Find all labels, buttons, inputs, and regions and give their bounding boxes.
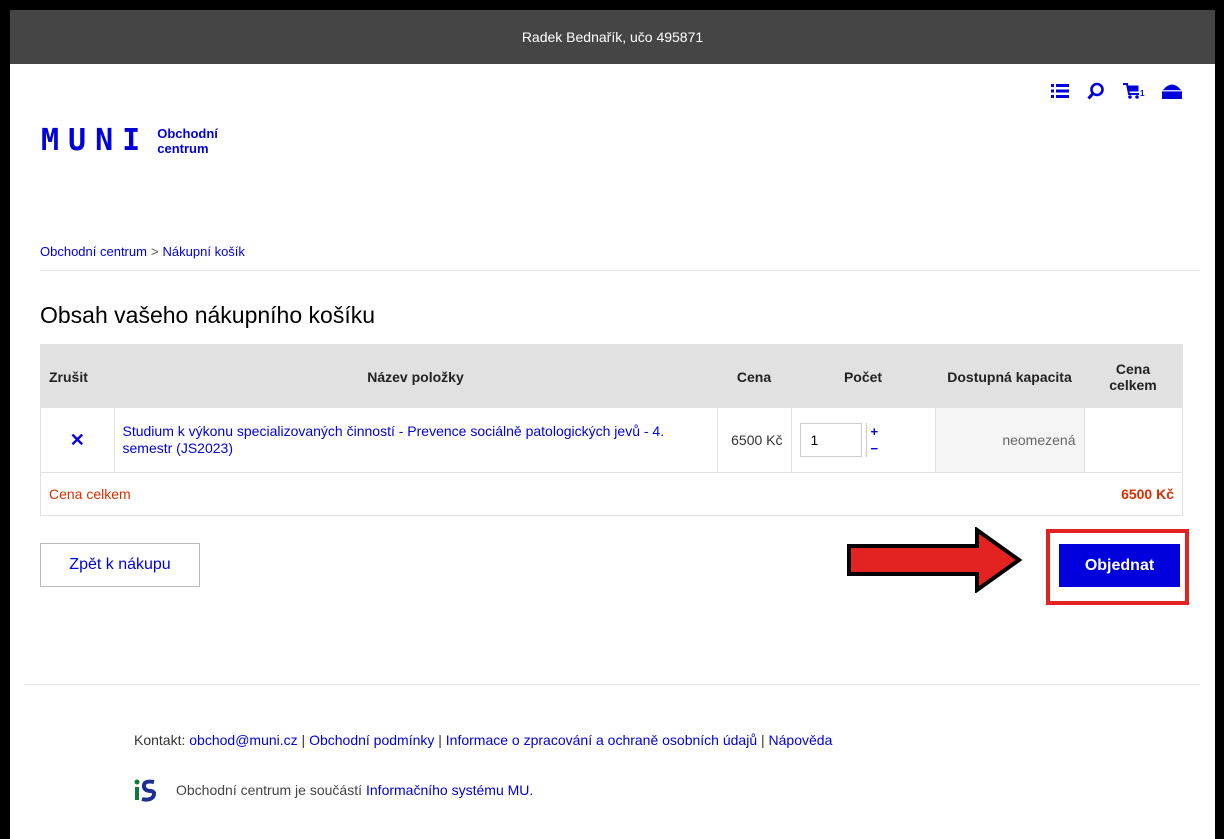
qty-cell: + − (791, 408, 936, 473)
list-icon[interactable] (1051, 83, 1069, 99)
bag-icon[interactable] (1161, 82, 1183, 100)
breadcrumb-current[interactable]: Nákupní košík (163, 244, 245, 259)
footer-separator: | (438, 732, 442, 748)
email-link[interactable]: obchod@muni.cz (189, 732, 297, 748)
footer-separator: | (301, 732, 306, 748)
plus-icon[interactable]: + (867, 423, 879, 440)
footer-links: Kontakt: obchod@muni.cz | Obchodní podmí… (134, 732, 832, 748)
browser-frame: Radek Bednařík, učo 495871 1 MUNI Obchod… (10, 10, 1215, 839)
quantity-input[interactable] (799, 423, 862, 457)
sum-label: Cena celkem (49, 486, 131, 502)
close-icon[interactable]: ✕ (70, 430, 85, 450)
item-total (1084, 408, 1183, 473)
item-link[interactable]: Studium k výkonu specializovaných činnos… (123, 423, 665, 456)
item-capacity: neomezená (935, 408, 1085, 473)
muni-logo[interactable]: MUNI Obchodní centrum (41, 124, 218, 158)
item-name: Studium k výkonu specializovaných činnos… (114, 408, 718, 473)
breadcrumb-home[interactable]: Obchodní centrum (40, 244, 147, 259)
logo-line-2: centrum (157, 141, 209, 156)
is-footer: Obchodní centrum je součástí Informačníh… (134, 778, 533, 802)
footer-separator: | (761, 732, 765, 748)
cart-count-badge: 1 (1140, 89, 1145, 98)
col-total: Cena celkem (1084, 344, 1183, 408)
order-button[interactable]: Objednat (1059, 544, 1180, 587)
header-icons: 1 (1051, 82, 1183, 100)
logo-mark: MUNI (41, 123, 150, 158)
col-name: Název položky (114, 344, 717, 408)
table-row: ✕ Studium k výkonu specializovaných činn… (40, 408, 1183, 473)
divider (40, 270, 1200, 271)
terms-link[interactable]: Obchodní podmínky (309, 732, 434, 748)
help-link[interactable]: Nápověda (769, 732, 833, 748)
quantity-stepper: + − (865, 423, 879, 457)
is-link[interactable]: Informačního systému MU. (366, 782, 533, 798)
search-icon[interactable] (1087, 82, 1105, 100)
logo-subtitle: Obchodní centrum (157, 126, 218, 156)
contact-label: Kontakt: (134, 732, 186, 748)
item-price: 6500 Kč (717, 408, 792, 473)
sum-value: 6500 Kč (1121, 486, 1174, 502)
arrow-annotation (847, 527, 1023, 593)
table-header-row: Zrušit Název položky Cena Počet Dostupná… (40, 344, 1183, 408)
cart-icon[interactable]: 1 (1123, 82, 1145, 100)
cart-table: Zrušit Název položky Cena Počet Dostupná… (40, 344, 1183, 516)
minus-icon[interactable]: − (867, 440, 879, 457)
user-bar: Radek Bednařík, učo 495871 (10, 10, 1215, 64)
remove-cell: ✕ (40, 408, 115, 473)
sum-row: Cena celkem 6500 Kč (41, 473, 1183, 516)
user-name[interactable]: Radek Bednařík, učo 495871 (522, 29, 703, 45)
breadcrumb: Obchodní centrum > Nákupní košík (40, 244, 245, 259)
logo-line-1: Obchodní (157, 126, 218, 141)
col-qty: Počet (791, 344, 935, 408)
page-title: Obsah vašeho nákupního košíku (40, 302, 376, 328)
privacy-link[interactable]: Informace o zpracování a ochraně osobníc… (446, 732, 757, 748)
is-logo-icon (134, 779, 157, 802)
is-text: Obchodní centrum je součástí (176, 782, 362, 798)
col-capacity: Dostupná kapacita (935, 344, 1084, 408)
back-to-shopping-button[interactable]: Zpět k nákupu (40, 543, 200, 587)
col-price: Cena (717, 344, 791, 408)
breadcrumb-separator: > (150, 244, 159, 259)
footer-divider (25, 684, 1200, 685)
col-remove: Zrušit (40, 344, 114, 408)
